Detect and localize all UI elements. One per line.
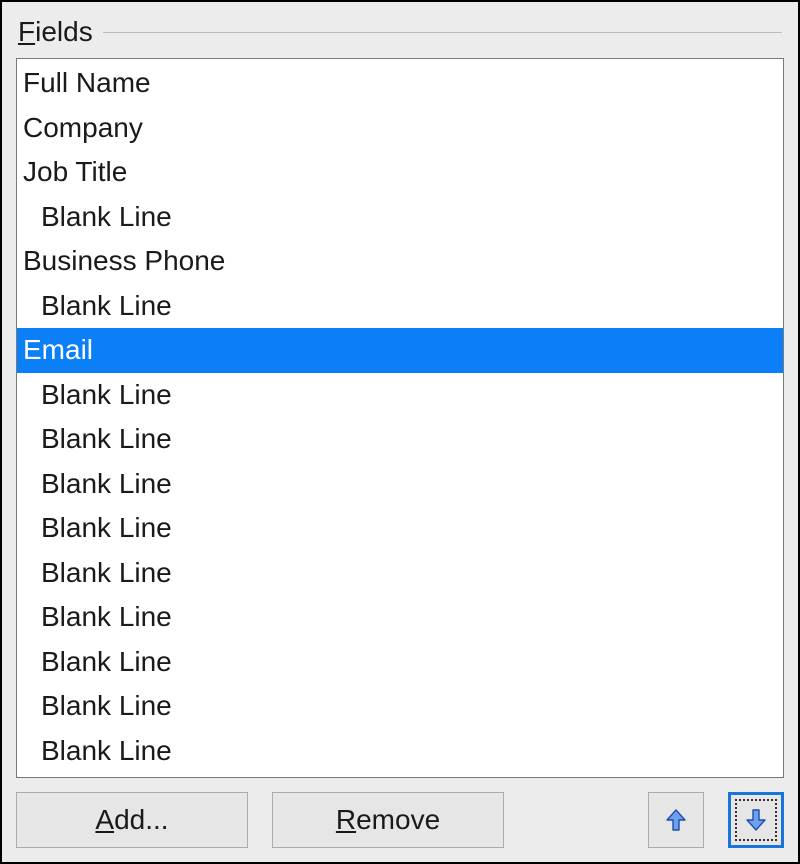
list-item-label: Job Title: [23, 156, 127, 187]
list-item-label: Full Name: [23, 67, 151, 98]
toolbar-spacer: [528, 792, 624, 848]
add-button[interactable]: Add...: [16, 792, 248, 848]
list-item[interactable]: Blank Line: [17, 284, 783, 329]
header-rule: [103, 32, 782, 33]
list-item-label: Blank Line: [41, 423, 172, 454]
list-item[interactable]: Blank Line: [17, 506, 783, 551]
list-item-label: Blank Line: [41, 690, 172, 721]
list-item[interactable]: Blank Line: [17, 684, 783, 729]
arrow-up-icon: [665, 808, 687, 832]
list-item-label: Business Phone: [23, 245, 225, 276]
list-item[interactable]: Business Phone: [17, 239, 783, 284]
list-item-label: Blank Line: [41, 601, 172, 632]
list-item-label: Blank Line: [41, 468, 172, 499]
fields-group-header: Fields: [18, 12, 782, 52]
fields-group-mnemonic: F: [18, 16, 35, 47]
list-item-label: Email: [23, 334, 93, 365]
remove-button-mnemonic: R: [336, 804, 356, 835]
remove-button[interactable]: Remove: [272, 792, 504, 848]
list-item-label: Blank Line: [41, 290, 172, 321]
fields-group-rest: ields: [35, 16, 93, 47]
fields-toolbar: Add... Remove: [16, 792, 784, 848]
fields-panel: Fields Full Name Company Job Title Blank Li…: [0, 0, 800, 864]
list-item[interactable]: Full Name: [17, 61, 783, 106]
list-item[interactable]: Blank Line: [17, 640, 783, 685]
move-up-button[interactable]: [648, 792, 704, 848]
list-item[interactable]: Company: [17, 106, 783, 151]
arrow-down-icon: [745, 808, 767, 832]
move-down-button[interactable]: [728, 792, 784, 848]
list-item[interactable]: Job Title: [17, 150, 783, 195]
list-item[interactable]: Blank Line: [17, 729, 783, 774]
list-item[interactable]: Blank Line: [17, 417, 783, 462]
list-item[interactable]: Blank Line: [17, 462, 783, 507]
list-item-label: Blank Line: [41, 557, 172, 588]
list-item[interactable]: Blank Line: [17, 373, 783, 418]
list-item-label: Blank Line: [41, 735, 172, 766]
fields-listbox[interactable]: Full Name Company Job Title Blank Line Busin…: [16, 58, 784, 778]
remove-button-rest: emove: [356, 804, 440, 835]
list-item-label: Blank Line: [41, 379, 172, 410]
list-item[interactable]: Blank Line: [17, 595, 783, 640]
list-item[interactable]: Blank Line: [17, 551, 783, 596]
list-item-label: Company: [23, 112, 143, 143]
list-item-label: Blank Line: [41, 201, 172, 232]
list-item[interactable]: Blank Line: [17, 195, 783, 240]
list-item-label: Blank Line: [41, 512, 172, 543]
add-button-rest: dd...: [114, 804, 168, 835]
fields-group-label: Fields: [18, 18, 93, 46]
list-item-label: Blank Line: [41, 646, 172, 677]
add-button-mnemonic: A: [95, 804, 114, 835]
list-item[interactable]: Email: [17, 328, 783, 373]
